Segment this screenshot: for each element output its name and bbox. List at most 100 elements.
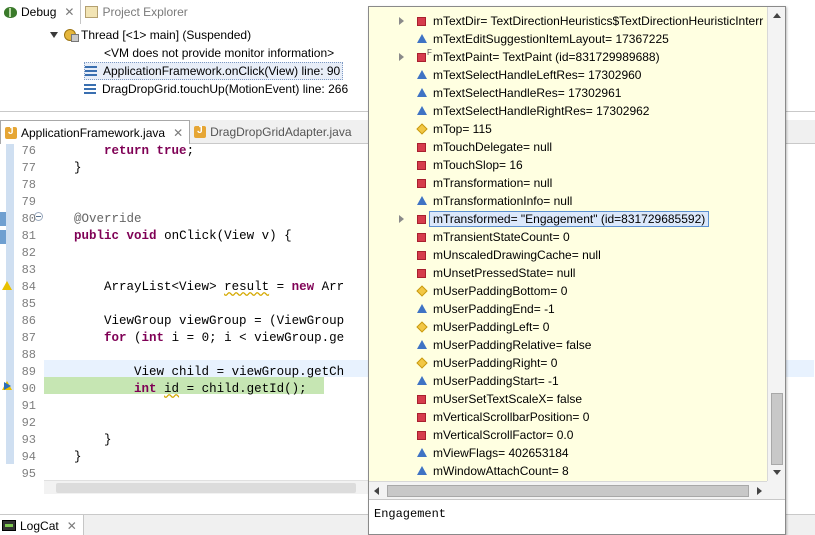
- variable-row[interactable]: mUserPaddingBottom= 0: [369, 282, 767, 300]
- expand-icon[interactable]: [399, 53, 404, 61]
- scroll-right-icon[interactable]: [757, 487, 762, 495]
- variable-label: mTouchSlop= 16: [433, 158, 523, 172]
- code-line[interactable]: ViewGroup viewGroup = (ViewGroup: [44, 313, 344, 330]
- code-line[interactable]: }: [44, 449, 82, 466]
- private-field-icon: [417, 17, 426, 26]
- scrollbar-thumb[interactable]: [56, 483, 356, 493]
- expand-icon[interactable]: [399, 17, 404, 25]
- default-field-icon: [417, 466, 427, 475]
- close-icon[interactable]: ✕: [173, 126, 183, 140]
- variable-label: mTextSelectHandleLeftRes= 17302960: [433, 68, 642, 82]
- stack-frame-label: DragDropGrid.touchUp(MotionEvent) line: …: [102, 82, 349, 96]
- logcat-icon: [2, 520, 16, 531]
- line-number: 77: [21, 161, 36, 175]
- close-icon[interactable]: ✕: [64, 5, 74, 19]
- expand-icon[interactable]: [50, 32, 58, 38]
- private-field-icon: [417, 48, 432, 62]
- variable-row[interactable]: mViewFlags= 402653184: [369, 444, 767, 462]
- scroll-left-icon[interactable]: [374, 487, 379, 495]
- variable-row[interactable]: mTop= 115: [369, 120, 767, 138]
- warning-marker-icon[interactable]: [2, 281, 12, 291]
- variable-label: mTop= 115: [433, 122, 492, 136]
- protected-field-icon: [416, 285, 428, 297]
- variable-label: mUserPaddingRight= 0: [433, 356, 558, 370]
- scrollbar-thumb[interactable]: [771, 393, 783, 465]
- editor-horizontal-scrollbar[interactable]: [44, 480, 370, 494]
- tab-application-framework[interactable]: ApplicationFramework.java ✕: [0, 120, 191, 144]
- code-line[interactable]: for (int i = 0; i < viewGroup.ge: [44, 330, 344, 347]
- variable-row[interactable]: mUserPaddingRelative= false: [369, 336, 767, 354]
- variable-label: mUserPaddingLeft= 0: [433, 320, 550, 334]
- variable-row[interactable]: mTransformation= null: [369, 174, 767, 192]
- protected-field-icon: [416, 321, 428, 333]
- default-field-icon: [417, 196, 427, 205]
- default-field-icon: [417, 304, 427, 313]
- code-line[interactable]: @Override: [44, 211, 142, 228]
- code-line[interactable]: View child = viewGroup.getCh: [44, 364, 344, 381]
- private-field-icon: [417, 413, 426, 422]
- variable-label: mUserPaddingStart= -1: [433, 374, 559, 388]
- scroll-down-icon[interactable]: [773, 470, 781, 475]
- variable-row[interactable]: mUserPaddingStart= -1: [369, 372, 767, 390]
- variable-row[interactable]: mTextEditSuggestionItemLayout= 17367225: [369, 30, 767, 48]
- variable-row[interactable]: mTextSelectHandleRes= 17302961: [369, 84, 767, 102]
- code-line[interactable]: }: [44, 160, 82, 177]
- variable-row[interactable]: mTouchSlop= 16: [369, 156, 767, 174]
- editor-tab-label: DragDropGridAdapter.java: [210, 125, 352, 139]
- tab-project-explorer[interactable]: Project Explorer: [81, 0, 193, 24]
- variable-label: mTransientStateCount= 0: [433, 230, 570, 244]
- variable-row[interactable]: mUnscaledDrawingCache= null: [369, 246, 767, 264]
- variable-row[interactable]: mTextSelectHandleLeftRes= 17302960: [369, 66, 767, 84]
- java-file-icon: [5, 126, 17, 139]
- thread-node[interactable]: Thread [<1> main] (Suspended): [50, 26, 251, 44]
- variable-row[interactable]: mUserPaddingLeft= 0: [369, 318, 767, 336]
- variable-row[interactable]: mTextPaint= TextPaint (id=831729989688): [369, 48, 767, 66]
- tab-debug[interactable]: Debug ✕: [0, 0, 82, 24]
- variable-row[interactable]: mVerticalScrollbarPosition= 0: [369, 408, 767, 426]
- scrollbar-thumb[interactable]: [387, 485, 749, 497]
- code-line[interactable]: ArrayList<View> result = new Arr: [44, 279, 344, 296]
- variable-row[interactable]: mUserSetTextScaleX= false: [369, 390, 767, 408]
- code-line[interactable]: return true;: [44, 143, 194, 160]
- variable-row[interactable]: mTextSelectHandleRightRes= 17302962: [369, 102, 767, 120]
- code-line[interactable]: }: [44, 432, 112, 449]
- detail-value: Engagement: [374, 507, 447, 521]
- expand-icon[interactable]: [399, 215, 404, 223]
- variable-row[interactable]: mUnsetPressedState= null: [369, 264, 767, 282]
- variable-label: mVerticalScrollFactor= 0.0: [433, 428, 574, 442]
- stack-frame-selected[interactable]: ApplicationFramework.onClick(View) line:…: [84, 62, 344, 80]
- variable-row[interactable]: mTransformationInfo= null: [369, 192, 767, 210]
- tab-logcat[interactable]: LogCat ✕: [0, 515, 84, 535]
- variable-label: mUserPaddingBottom= 0: [433, 284, 568, 298]
- variable-row[interactable]: mWindowAttachCount= 8: [369, 462, 767, 480]
- variable-tree[interactable]: mTextDir= TextDirectionHeuristics$TextDi…: [369, 7, 767, 481]
- variable-row[interactable]: mTextDir= TextDirectionHeuristics$TextDi…: [369, 12, 767, 30]
- tab-drag-drop-grid-adapter[interactable]: DragDropGridAdapter.java: [190, 120, 357, 144]
- stack-frame-label: ApplicationFramework.onClick(View) line:…: [103, 64, 341, 78]
- line-number: 76: [21, 144, 36, 158]
- variable-row[interactable]: mUserPaddingEnd= -1: [369, 300, 767, 318]
- variable-row-selected[interactable]: mTransformed= "Engagement" (id=831729685…: [369, 210, 767, 228]
- variable-hover-popup[interactable]: mTextDir= TextDirectionHeuristics$TextDi…: [368, 6, 786, 535]
- popup-horizontal-scrollbar[interactable]: [369, 481, 767, 499]
- annotation-gutter: [6, 144, 14, 464]
- private-field-icon: [417, 269, 426, 278]
- private-field-icon: [417, 179, 426, 188]
- line-number: 86: [21, 314, 36, 328]
- variable-row[interactable]: mVerticalScrollFactor= 0.0: [369, 426, 767, 444]
- logcat-tab-label: LogCat: [20, 518, 59, 533]
- default-field-icon: [417, 340, 427, 349]
- variable-label: mVerticalScrollbarPosition= 0: [433, 410, 590, 424]
- detail-pane[interactable]: Engagement: [369, 499, 785, 534]
- variable-row[interactable]: mUserPaddingRight= 0: [369, 354, 767, 372]
- code-line[interactable]: public void onClick(View v) {: [44, 228, 292, 245]
- variable-row[interactable]: mTransientStateCount= 0: [369, 228, 767, 246]
- code-line[interactable]: int id = child.getId();: [44, 381, 307, 398]
- private-field-icon: [417, 233, 426, 242]
- stack-frame[interactable]: DragDropGrid.touchUp(MotionEvent) line: …: [84, 80, 348, 98]
- scroll-up-icon[interactable]: [773, 13, 781, 18]
- variable-row[interactable]: mTouchDelegate= null: [369, 138, 767, 156]
- close-icon[interactable]: ✕: [67, 519, 77, 533]
- line-number: 85: [21, 297, 36, 311]
- popup-vertical-scrollbar[interactable]: [767, 7, 785, 481]
